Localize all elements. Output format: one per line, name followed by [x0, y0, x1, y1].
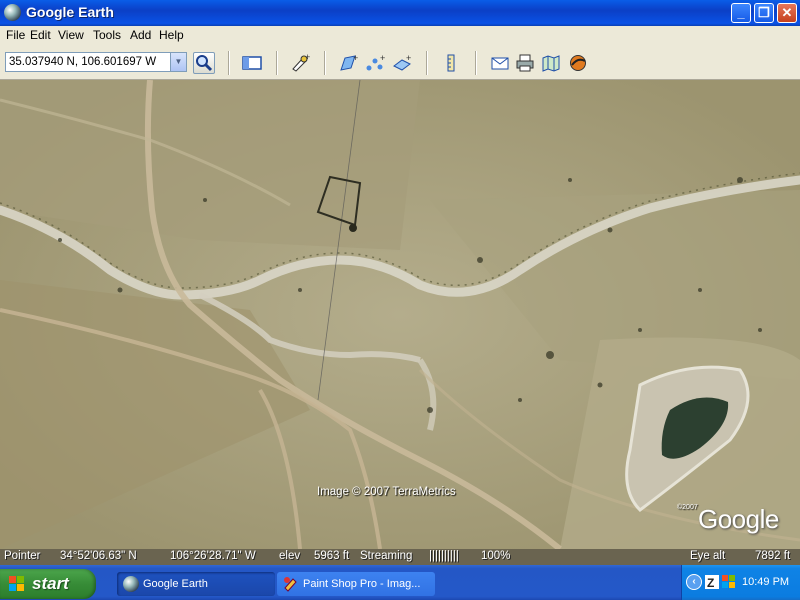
- imagery-credit: Image © 2007 TerraMetrics: [317, 486, 456, 498]
- svg-text:+: +: [406, 53, 411, 63]
- google-earth-icon: [123, 576, 139, 592]
- polygon-icon: +: [340, 53, 358, 71]
- streaming-bar: ||||||||||: [429, 550, 459, 562]
- clock[interactable]: 10:49 PM: [742, 576, 789, 588]
- title-bar[interactable]: Google Earth _ ❐ ✕: [0, 0, 800, 26]
- print-icon: [516, 54, 534, 72]
- menu-edit[interactable]: Edit: [30, 28, 51, 42]
- task-label: Paint Shop Pro - Imag...: [303, 578, 421, 590]
- sidebar-icon: [242, 56, 262, 70]
- elevation-value: 5963 ft: [314, 550, 350, 562]
- add-placemark-button[interactable]: +: [289, 52, 311, 74]
- coordinates-input[interactable]: 35.037940 N, 106.601697 W ▼: [5, 52, 187, 72]
- sky-button[interactable]: [567, 52, 589, 74]
- brand-year: ©2007: [677, 504, 698, 511]
- overlay-icon: +: [393, 53, 411, 71]
- email-button[interactable]: [489, 52, 511, 74]
- paint-shop-pro-icon: [284, 577, 297, 592]
- chevron-down-icon[interactable]: ▼: [170, 53, 186, 71]
- svg-text:+: +: [353, 53, 358, 63]
- map-viewport[interactable]: Image © 2007 TerraMetrics ©2007 Google: [0, 80, 800, 549]
- email-icon: [491, 57, 509, 70]
- svg-text:+: +: [380, 53, 385, 63]
- elevation-label: elev: [279, 550, 301, 562]
- print-button[interactable]: [514, 52, 536, 74]
- pointer-latitude: 34°52'06.63" N: [60, 550, 137, 562]
- minimize-button[interactable]: _: [731, 3, 751, 23]
- svg-text:+: +: [305, 52, 310, 62]
- start-label: start: [32, 574, 69, 593]
- toolbar: 35.037940 N, 106.601697 W ▼ + + + +: [0, 46, 800, 80]
- path-icon: +: [366, 53, 385, 71]
- search-button[interactable]: [193, 52, 215, 74]
- add-path-button[interactable]: +: [364, 52, 386, 74]
- menu-view[interactable]: View: [58, 28, 84, 42]
- ruler-button[interactable]: [440, 52, 462, 74]
- menu-bar: File Edit View Tools Add Help: [0, 26, 800, 46]
- toolbar-separator: [475, 51, 476, 75]
- task-paint-shop-pro[interactable]: Paint Shop Pro - Imag...: [277, 572, 435, 596]
- close-button[interactable]: ✕: [777, 3, 797, 23]
- satellite-imagery: [0, 80, 800, 549]
- menu-help[interactable]: Help: [159, 28, 184, 42]
- show-hidden-icons-button[interactable]: ‹: [686, 574, 702, 590]
- search-icon: [196, 55, 213, 72]
- status-bar: Pointer 34°52'06.63" N 106°26'28.71" W e…: [0, 549, 800, 565]
- menu-tools[interactable]: Tools: [93, 28, 121, 42]
- pointer-label: Pointer: [4, 550, 41, 562]
- eye-alt-label: Eye alt: [690, 550, 726, 562]
- start-button[interactable]: start: [0, 569, 96, 599]
- toolbar-separator: [228, 51, 229, 75]
- task-label: Google Earth: [143, 578, 208, 590]
- toolbar-separator: [276, 51, 277, 75]
- placemark-icon: +: [292, 52, 310, 72]
- eye-alt-value: 7892 ft: [755, 550, 791, 562]
- pointer-longitude: 106°26'28.71" W: [170, 550, 256, 562]
- sidebar-toggle-button[interactable]: [241, 52, 263, 74]
- add-polygon-button[interactable]: +: [337, 52, 359, 74]
- task-google-earth[interactable]: Google Earth: [117, 572, 275, 596]
- toolbar-separator: [426, 51, 427, 75]
- maps-icon: [542, 55, 560, 72]
- maximize-button[interactable]: ❐: [754, 3, 774, 23]
- windows-flag-icon: [9, 576, 24, 591]
- add-image-overlay-button[interactable]: +: [391, 52, 413, 74]
- zonealarm-icon[interactable]: Z: [705, 575, 719, 589]
- coordinates-value: 35.037940 N, 106.601697 W: [9, 56, 157, 68]
- system-tray: ‹ Z 10:49 PM: [681, 565, 800, 600]
- menu-add[interactable]: Add: [130, 28, 151, 42]
- taskbar: start Google Earth Paint Shop Pro - Imag…: [0, 565, 800, 600]
- ruler-icon: [447, 54, 455, 72]
- windows-security-icon[interactable]: [722, 575, 736, 589]
- window-title: Google Earth: [26, 4, 114, 20]
- google-logo: Google: [698, 504, 779, 534]
- menu-file[interactable]: File: [6, 28, 25, 42]
- google-maps-button[interactable]: [540, 52, 562, 74]
- streaming-label: Streaming: [360, 550, 413, 562]
- google-earth-icon: [4, 4, 21, 21]
- streaming-percent: 100%: [481, 550, 511, 562]
- toolbar-separator: [324, 51, 325, 75]
- sky-icon: [570, 55, 586, 71]
- svg-text:Z: Z: [707, 576, 714, 589]
